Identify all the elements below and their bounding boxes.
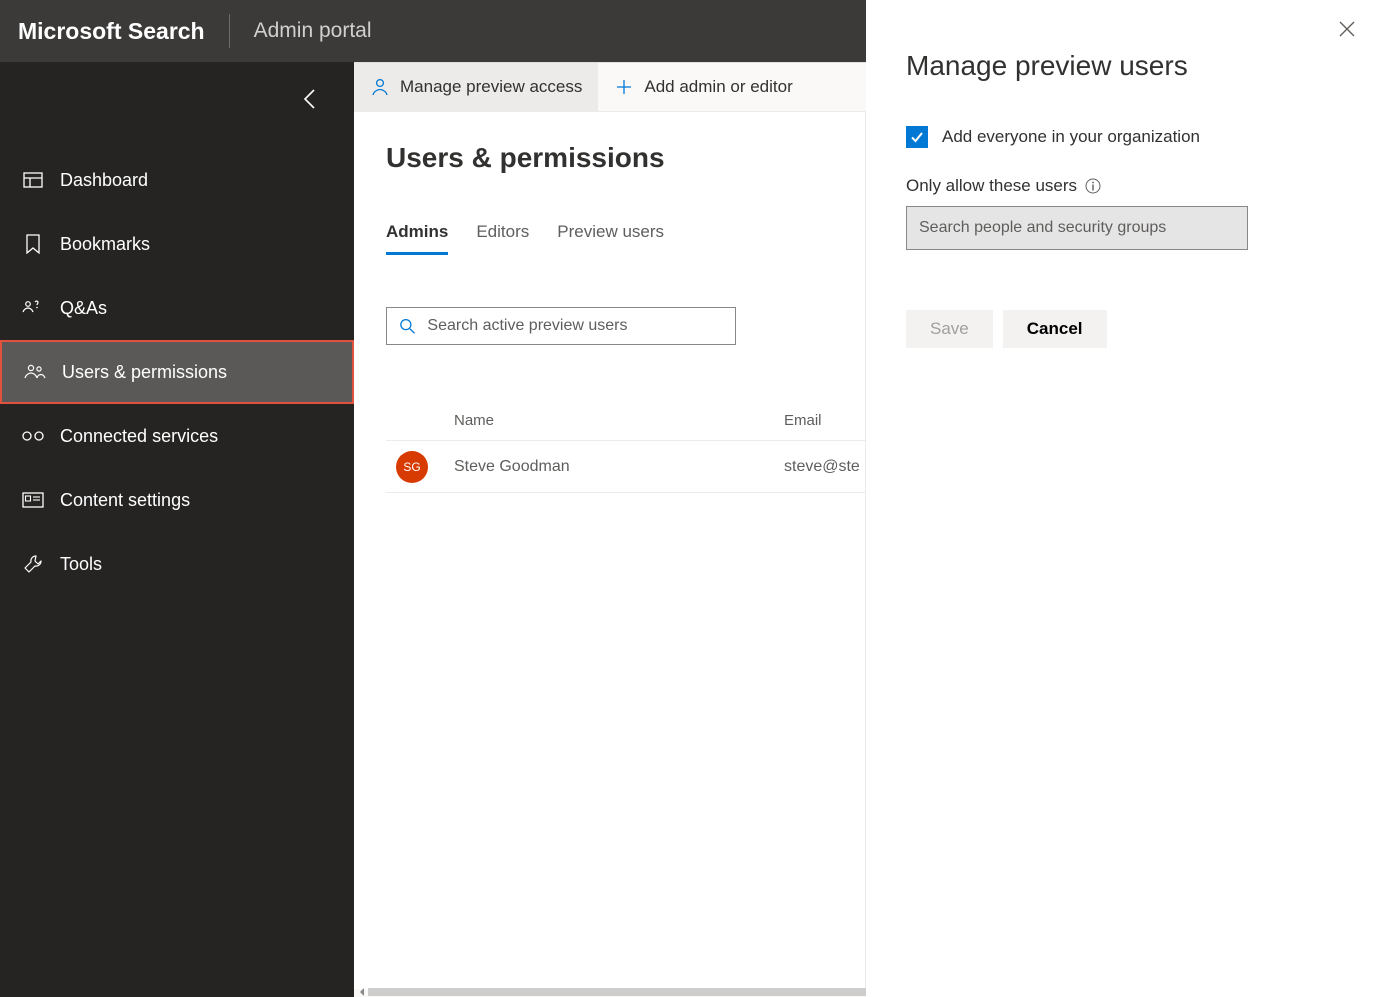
search-icon	[399, 317, 415, 335]
add-everyone-checkbox[interactable]	[906, 126, 928, 148]
people-picker-input[interactable]	[919, 219, 1235, 237]
checkmark-icon	[909, 129, 925, 145]
sidebar-item-users-permissions[interactable]: Users & permissions	[0, 340, 354, 404]
brand-title: Microsoft Search	[18, 20, 229, 43]
chevron-left-icon	[302, 88, 316, 110]
sidebar-item-label: Connected services	[60, 426, 218, 447]
add-everyone-checkbox-row: Add everyone in your organization	[906, 126, 1340, 148]
sidebar-item-dashboard[interactable]: Dashboard	[0, 148, 354, 212]
tab-admins[interactable]: Admins	[386, 222, 448, 255]
collapse-sidebar-button[interactable]	[296, 86, 322, 112]
person-icon	[370, 77, 390, 97]
sidebar: Dashboard Bookmarks Q&As Users & permission…	[0, 62, 354, 997]
user-email-cell: steve@ste	[784, 458, 860, 476]
search-active-users-input[interactable]	[427, 317, 723, 335]
close-icon	[1338, 20, 1356, 38]
sidebar-item-bookmarks[interactable]: Bookmarks	[0, 212, 354, 276]
sidebar-item-q-as[interactable]: Q&As	[0, 276, 354, 340]
users-table: Name Email SG Steve Goodmansteve@ste	[386, 401, 865, 493]
horizontal-scrollbar[interactable]	[354, 987, 866, 997]
only-allow-label: Only allow these users	[906, 176, 1077, 196]
table-header-row: Name Email	[386, 401, 865, 441]
scrollbar-track[interactable]	[368, 988, 866, 996]
manage-preview-access-button[interactable]: Manage preview access	[354, 63, 598, 111]
plus-icon	[614, 77, 634, 97]
cancel-button[interactable]: Cancel	[1003, 310, 1107, 348]
sidebar-item-label: Q&As	[60, 298, 107, 319]
manage-preview-users-panel: Manage preview users Add everyone in you…	[866, 0, 1380, 997]
sidebar-item-tools[interactable]: Tools	[0, 532, 354, 596]
sidebar-item-label: Dashboard	[60, 170, 148, 191]
table-row[interactable]: SG Steve Goodmansteve@ste	[386, 441, 865, 493]
tab-editors[interactable]: Editors	[476, 222, 529, 255]
sidebar-item-label: Tools	[60, 554, 102, 575]
column-header-email: Email	[784, 412, 822, 429]
sidebar-item-label: Users & permissions	[62, 362, 227, 383]
save-button[interactable]: Save	[906, 310, 993, 348]
content-inner: Users & permissions Admins Editors Preview…	[354, 112, 866, 989]
sidebar-item-connected-services[interactable]: Connected services	[0, 404, 354, 468]
info-icon[interactable]	[1085, 178, 1101, 194]
avatar: SG	[396, 451, 428, 483]
command-bar: Manage preview access Add admin or edito…	[354, 63, 866, 112]
close-panel-button[interactable]	[1338, 20, 1360, 42]
header-bar: Microsoft Search Admin portal	[0, 0, 866, 62]
manage-preview-access-label: Manage preview access	[400, 77, 582, 97]
link-icon	[22, 425, 44, 447]
page-title: Users & permissions	[386, 142, 865, 174]
people-icon	[24, 361, 46, 383]
column-header-name: Name	[454, 412, 784, 429]
tabs: Admins Editors Preview users	[386, 222, 865, 255]
tab-preview-users[interactable]: Preview users	[557, 222, 664, 255]
user-name-cell: Steve Goodman	[454, 458, 784, 476]
qa-icon	[22, 297, 44, 319]
sidebar-item-label: Content settings	[60, 490, 190, 511]
sidebar-item-label: Bookmarks	[60, 234, 150, 255]
panel-title: Manage preview users	[906, 50, 1340, 82]
bookmark-icon	[22, 233, 44, 255]
wrench-icon	[22, 553, 44, 575]
add-admin-or-editor-label: Add admin or editor	[644, 77, 792, 97]
add-everyone-label: Add everyone in your organization	[942, 127, 1200, 147]
add-admin-or-editor-button[interactable]: Add admin or editor	[598, 63, 808, 111]
card-icon	[22, 489, 44, 511]
scroll-left-arrow-icon	[357, 987, 367, 997]
sidebar-item-content-settings[interactable]: Content settings	[0, 468, 354, 532]
main-content: Manage preview access Add admin or edito…	[354, 62, 866, 997]
sidebar-nav: Dashboard Bookmarks Q&As Users & permission…	[0, 148, 354, 596]
portal-title: Admin portal	[230, 19, 372, 43]
search-active-users-input-wrap[interactable]	[386, 307, 736, 345]
dashboard-icon	[22, 169, 44, 191]
people-picker-wrap[interactable]	[906, 206, 1248, 250]
